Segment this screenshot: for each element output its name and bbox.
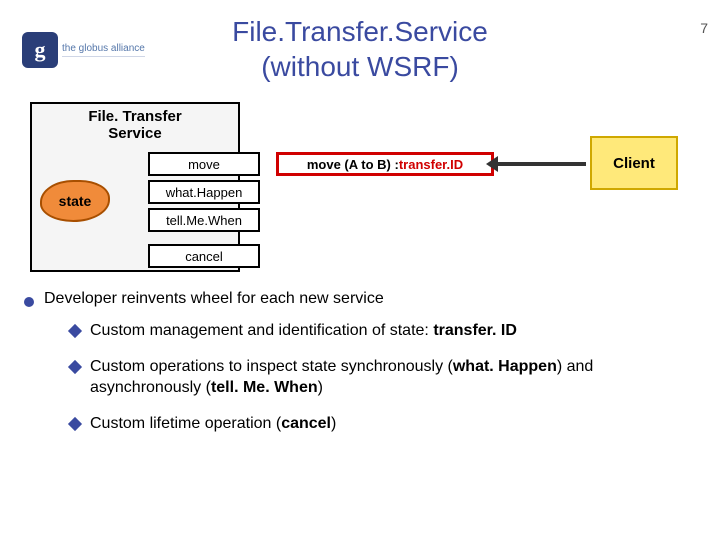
sub-3-text: Custom lifetime operation (cancel) bbox=[90, 413, 336, 435]
sub-bullet-1: Custom management and identification of … bbox=[70, 320, 696, 342]
op-what-happen: what.Happen bbox=[148, 180, 260, 204]
client-arrow-icon bbox=[496, 162, 586, 166]
call-prefix: move (A to B) : bbox=[307, 157, 399, 172]
service-box-title: File. Transfer Service bbox=[32, 104, 238, 143]
slide-body: Developer reinvents wheel for each new s… bbox=[24, 290, 696, 434]
sub-bullet-2: Custom operations to inspect state synch… bbox=[70, 356, 696, 399]
bullet-diamond-icon bbox=[68, 360, 82, 374]
architecture-diagram: File. Transfer Service state move what.H… bbox=[30, 102, 720, 282]
state-blob: state bbox=[40, 180, 110, 222]
page-number: 7 bbox=[700, 20, 708, 36]
sub3-b: cancel bbox=[281, 415, 331, 432]
sub1-a: Custom management and identification of … bbox=[90, 322, 433, 339]
sub-1-text: Custom management and identification of … bbox=[90, 320, 517, 342]
bullet-diamond-icon bbox=[68, 417, 82, 431]
service-title-line-2: Service bbox=[108, 125, 161, 142]
sub-2-text: Custom operations to inspect state synch… bbox=[90, 356, 696, 399]
bullet-dot-icon bbox=[24, 297, 34, 307]
globus-logo-icon: g bbox=[22, 32, 58, 68]
sub2-d: tell. Me. When bbox=[211, 379, 318, 396]
title-line-2: (without WSRF) bbox=[261, 51, 459, 82]
op-move: move bbox=[148, 152, 260, 176]
globus-logo-text: the globus alliance bbox=[62, 43, 145, 57]
sub2-b: what. Happen bbox=[453, 358, 557, 375]
sub-bullet-list: Custom management and identification of … bbox=[70, 320, 696, 434]
sub1-b: transfer. ID bbox=[433, 322, 517, 339]
op-cancel: cancel bbox=[148, 244, 260, 268]
sub3-c: ) bbox=[331, 415, 336, 432]
globus-logo: g the globus alliance bbox=[22, 32, 145, 68]
sub3-a: Custom lifetime operation ( bbox=[90, 415, 281, 432]
title-line-1: File.Transfer.Service bbox=[232, 16, 488, 47]
move-call-box: move (A to B) : transfer.ID bbox=[276, 152, 494, 176]
call-return-value: transfer.ID bbox=[399, 157, 463, 172]
lead-text: Developer reinvents wheel for each new s… bbox=[44, 290, 384, 308]
file-transfer-service-box: File. Transfer Service state move what.H… bbox=[30, 102, 240, 272]
sub2-e: ) bbox=[318, 379, 323, 396]
sub-bullet-3: Custom lifetime operation (cancel) bbox=[70, 413, 696, 435]
bullet-diamond-icon bbox=[68, 324, 82, 338]
client-box: Client bbox=[590, 136, 678, 190]
sub2-a: Custom operations to inspect state synch… bbox=[90, 358, 453, 375]
lead-bullet: Developer reinvents wheel for each new s… bbox=[24, 290, 696, 308]
op-tell-me-when: tell.Me.When bbox=[148, 208, 260, 232]
service-title-line-1: File. Transfer bbox=[88, 108, 181, 125]
